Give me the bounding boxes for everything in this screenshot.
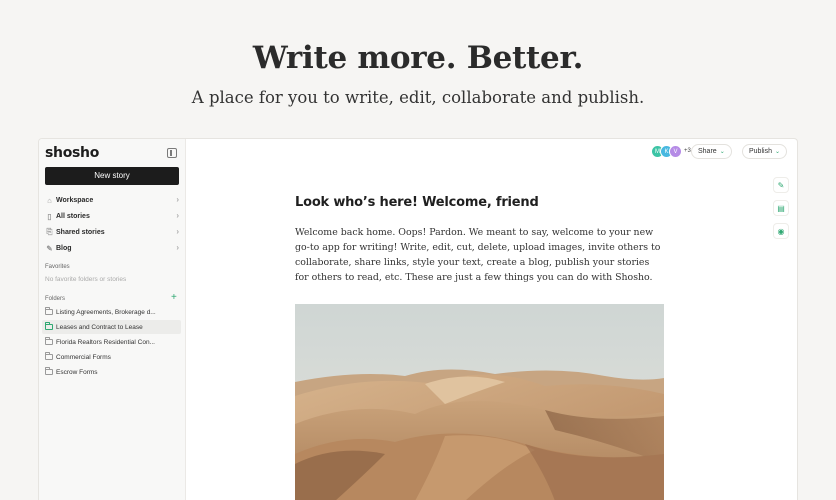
home-icon: ⌂ <box>47 195 52 205</box>
folder-label: Leases and Contract to Lease <box>56 323 143 331</box>
folder-item[interactable]: Commercial Forms <box>42 350 181 364</box>
chevron-down-icon: ⌄ <box>719 149 725 155</box>
folder-icon <box>45 307 53 315</box>
document-icon: ▯ <box>47 211 52 221</box>
app-window: shosho New story ⌂ Workspace › ▯ All sto… <box>38 138 798 500</box>
folder-icon <box>45 367 53 375</box>
share-label: Share <box>698 148 717 155</box>
document: Look who’s here! Welcome, friend Welcome… <box>295 195 665 283</box>
publish-label: Publish <box>749 148 772 155</box>
folder-item[interactable]: Escrow Forms <box>42 365 181 379</box>
sidebar-item-blog[interactable]: ✎ Blog › <box>45 241 179 255</box>
settings-icon[interactable]: ◉ <box>773 223 789 239</box>
sidebar-item-label: Blog <box>56 244 72 252</box>
chevron-right-icon: › <box>176 195 179 204</box>
pen-icon: ✎ <box>46 243 53 253</box>
new-story-button[interactable]: New story <box>45 167 179 185</box>
folder-icon <box>45 352 53 360</box>
avatar[interactable]: V <box>669 145 682 158</box>
more-collaborators-count[interactable]: +3 <box>684 145 691 158</box>
folder-label: Commercial Forms <box>56 353 111 361</box>
sidebar-item-all-stories[interactable]: ▯ All stories › <box>45 209 179 223</box>
sidebar-item-label: All stories <box>56 212 90 220</box>
favorites-empty-note: No favorite folders or stories <box>45 276 127 283</box>
share-icon: ⎘ <box>46 227 53 236</box>
sidebar-item-workspace[interactable]: ⌂ Workspace › <box>45 193 179 207</box>
folder-icon <box>45 322 53 330</box>
notes-icon[interactable]: ▤ <box>773 200 789 216</box>
collapse-sidebar-icon[interactable] <box>167 148 177 158</box>
desert-dunes-photo <box>295 304 664 500</box>
sidebar-item-label: Workspace <box>56 196 94 204</box>
folder-item[interactable]: Leases and Contract to Lease <box>42 320 181 334</box>
chevron-right-icon: › <box>176 243 179 252</box>
folder-label: Florida Realtors Residential Con... <box>56 338 155 346</box>
editor-topbar: M K V +3 Share ⌄ Publish ⌄ <box>186 139 797 165</box>
favorites-heading: Favorites <box>45 264 70 270</box>
sidebar: shosho New story ⌂ Workspace › ▯ All sto… <box>39 139 186 500</box>
folder-label: Listing Agreements, Brokerage d... <box>56 308 156 316</box>
chevron-right-icon: › <box>176 227 179 236</box>
folder-item[interactable]: Listing Agreements, Brokerage d... <box>42 305 181 319</box>
folder-icon <box>45 337 53 345</box>
chevron-down-icon: ⌄ <box>774 149 780 155</box>
sidebar-item-label: Shared stories <box>56 228 105 236</box>
collaborator-avatars[interactable]: M K V +3 <box>651 145 691 158</box>
desert-dunes-image <box>295 304 664 500</box>
document-body[interactable]: Welcome back home. Oops! Pardon. We mean… <box>295 225 665 285</box>
sidebar-item-shared-stories[interactable]: ⎘ Shared stories › <box>45 225 180 239</box>
hero-title: Write more. Better. <box>252 40 584 76</box>
edit-icon[interactable]: ✎ <box>773 177 789 193</box>
hero-subtitle: A place for you to write, edit, collabor… <box>191 88 645 107</box>
document-title[interactable]: Look who’s here! Welcome, friend <box>295 195 665 210</box>
chevron-right-icon: › <box>176 211 179 220</box>
folders-heading: Folders <box>45 296 66 302</box>
folder-label: Escrow Forms <box>56 368 98 376</box>
add-folder-icon[interactable]: + <box>171 293 177 303</box>
folder-item[interactable]: Florida Realtors Residential Con... <box>42 335 181 349</box>
share-button[interactable]: Share ⌄ <box>691 144 732 159</box>
app-logo: shosho <box>45 145 100 161</box>
publish-button[interactable]: Publish ⌄ <box>742 144 787 159</box>
